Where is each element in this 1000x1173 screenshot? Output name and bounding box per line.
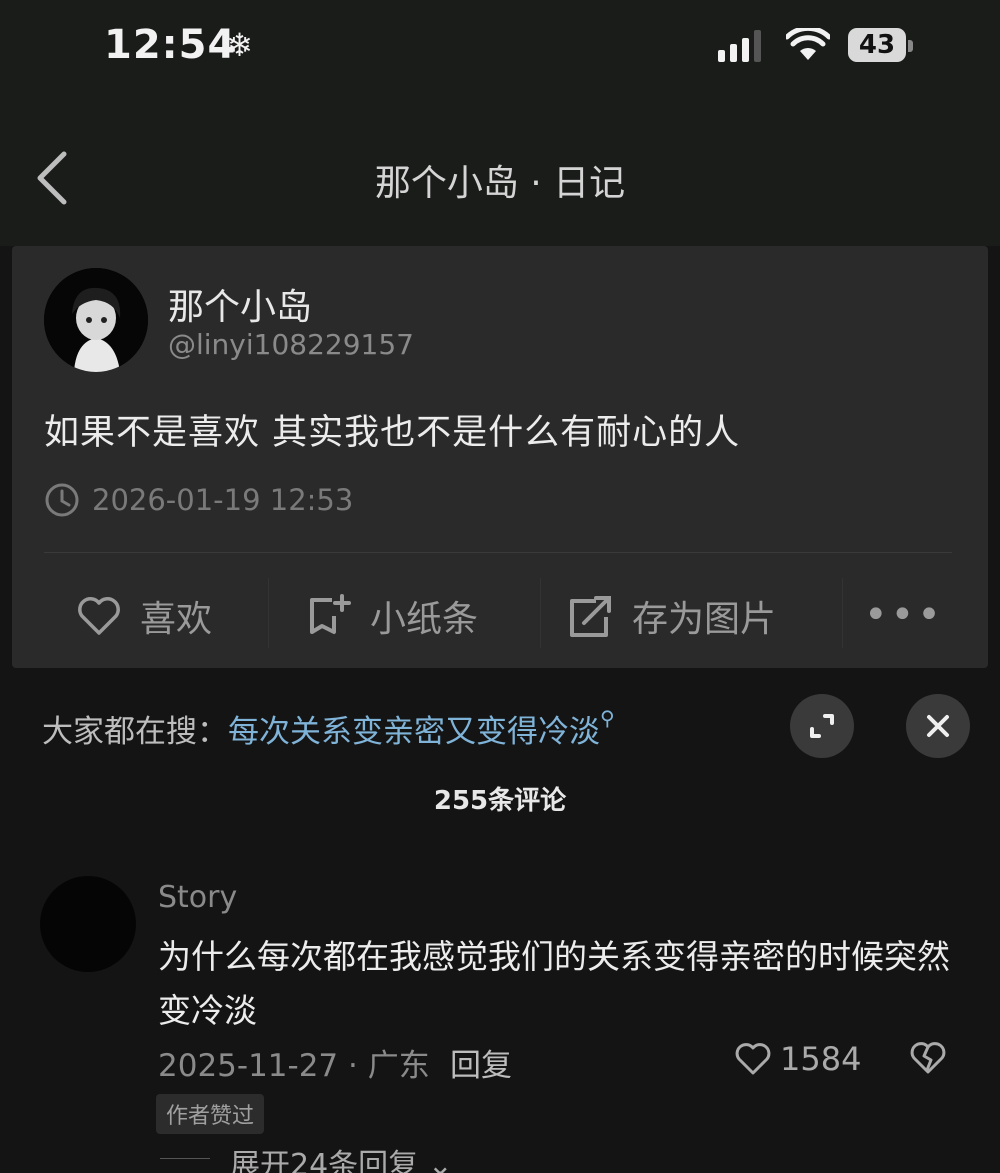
save-image-button[interactable]: 存为图片 [566, 590, 776, 642]
status-bar: 12:54 ❄ 43 [0, 0, 1000, 96]
battery-cap [908, 40, 913, 52]
broken-heart-icon[interactable] [908, 1040, 948, 1076]
post-actions: 喜欢 小纸条 存为图片 ••• [12, 552, 988, 668]
author-handle: @linyi108229157 [168, 328, 414, 361]
page-title: 那个小岛 · 日记 [374, 163, 626, 204]
expand-icon [810, 714, 834, 738]
close-button[interactable] [906, 694, 970, 758]
clock-icon [45, 483, 79, 517]
screen: 12:54 ❄ 43 那个小岛 · 日记 那个小岛 @linyi10822915… [0, 0, 1000, 1173]
expand-button[interactable] [790, 694, 854, 758]
search-suggestion-label: 大家都在搜： [42, 714, 228, 750]
expand-replies-line [160, 1158, 210, 1159]
chevron-down-icon: ⌄ [427, 1148, 453, 1173]
comment-text: 为什么每次都在我感觉我们的关系变得亲密的时候突然变冷淡 [158, 937, 950, 1030]
heart-icon [735, 1043, 771, 1075]
post-time-text: 2026-01-19 12:53 [92, 483, 354, 517]
expand-replies-button[interactable]: 展开24条回复 ⌄ [230, 1140, 453, 1173]
note-button[interactable]: 小纸条 [304, 590, 478, 642]
more-options-icon[interactable]: ••• [864, 592, 944, 638]
snowflake-icon: ❄ [226, 26, 253, 64]
like-button[interactable]: 喜欢 [76, 590, 212, 642]
avatar-illustration [44, 268, 148, 372]
search-suggestion-term[interactable]: 每次关系变亲密又变得冷淡 [228, 714, 600, 750]
add-note-icon [310, 594, 351, 634]
search-icon: ⚲ [600, 706, 615, 730]
author-avatar[interactable] [44, 268, 148, 372]
commenter-avatar[interactable] [40, 876, 136, 972]
cellular-signal-icon [718, 28, 761, 62]
like-label: 喜欢 [140, 599, 213, 640]
comment-like-button[interactable]: 1584 [734, 1040, 861, 1078]
comment-like-count: 1584 [780, 1040, 862, 1078]
expand-replies-label: 展开24条回复 [230, 1148, 419, 1173]
status-time: 12:54 [104, 22, 237, 68]
heart-icon [78, 597, 120, 635]
author-name[interactable]: 那个小岛 [168, 278, 312, 330]
reply-button[interactable]: 回复 [450, 1040, 512, 1085]
close-icon [927, 715, 949, 737]
action-separator [842, 578, 843, 648]
note-label: 小纸条 [370, 599, 479, 640]
post-text: 如果不是喜欢 其实我也不是什么有耐心的人 [44, 413, 741, 453]
author-liked-badge: 作者赞过 [156, 1094, 265, 1134]
search-suggestion[interactable]: 大家都在搜：每次关系变亲密又变得冷淡⚲ [42, 706, 615, 751]
share-image-icon [570, 596, 611, 637]
battery-icon: 43 [848, 28, 906, 62]
save-image-label: 存为图片 [632, 599, 777, 640]
comment-date-location: 2025-11-27 · 广东 [158, 1048, 430, 1084]
action-separator [268, 578, 269, 648]
wifi-icon [786, 28, 830, 60]
nav-bar: 那个小岛 · 日记 [0, 96, 1000, 246]
post-card: 那个小岛 @linyi108229157 如果不是喜欢 其实我也不是什么有耐心的… [12, 246, 988, 668]
commenter-name[interactable]: Story [158, 880, 237, 915]
post-time: 2026-01-19 12:53 [44, 482, 353, 518]
comment-count: 255条评论 [433, 786, 567, 816]
action-separator [540, 578, 541, 648]
